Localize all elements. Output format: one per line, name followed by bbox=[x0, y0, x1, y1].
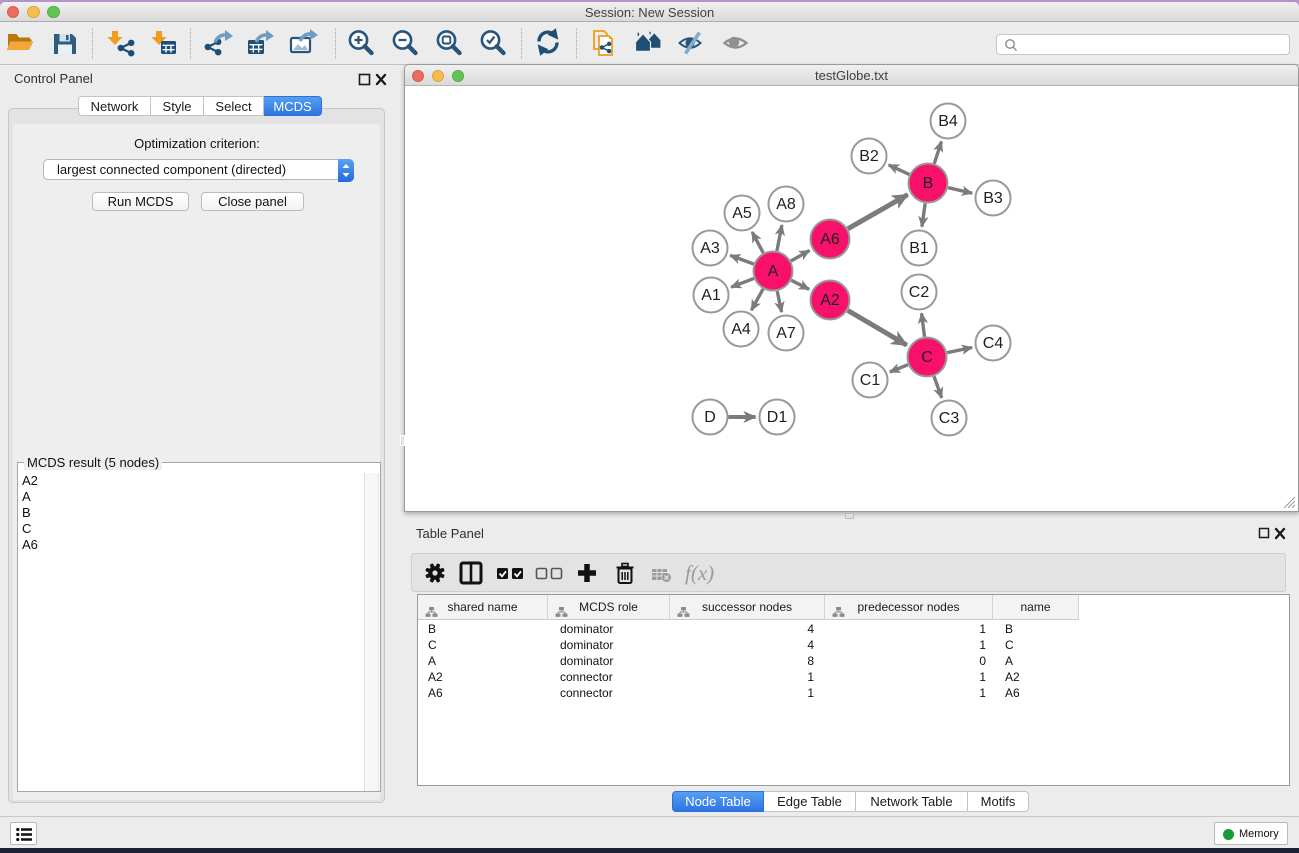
svg-text:B3: B3 bbox=[983, 190, 1003, 207]
svg-text:A6: A6 bbox=[820, 231, 840, 248]
svg-text:C3: C3 bbox=[939, 410, 960, 427]
svg-text:B: B bbox=[923, 175, 934, 192]
svg-text:C1: C1 bbox=[860, 372, 881, 389]
svg-text:A3: A3 bbox=[700, 240, 720, 257]
svg-text:A8: A8 bbox=[776, 196, 796, 213]
svg-text:A2: A2 bbox=[820, 292, 840, 309]
svg-text:C4: C4 bbox=[983, 335, 1004, 352]
svg-text:A7: A7 bbox=[776, 325, 796, 342]
svg-text:D1: D1 bbox=[767, 409, 788, 426]
svg-text:D: D bbox=[704, 409, 716, 426]
svg-text:A: A bbox=[768, 263, 779, 280]
svg-text:C: C bbox=[921, 349, 933, 366]
svg-text:B2: B2 bbox=[859, 148, 879, 165]
svg-text:A5: A5 bbox=[732, 205, 752, 222]
svg-text:B4: B4 bbox=[938, 113, 958, 130]
svg-text:A4: A4 bbox=[731, 321, 751, 338]
svg-text:A1: A1 bbox=[701, 287, 721, 304]
svg-text:B1: B1 bbox=[909, 240, 929, 257]
svg-text:C2: C2 bbox=[909, 284, 930, 301]
